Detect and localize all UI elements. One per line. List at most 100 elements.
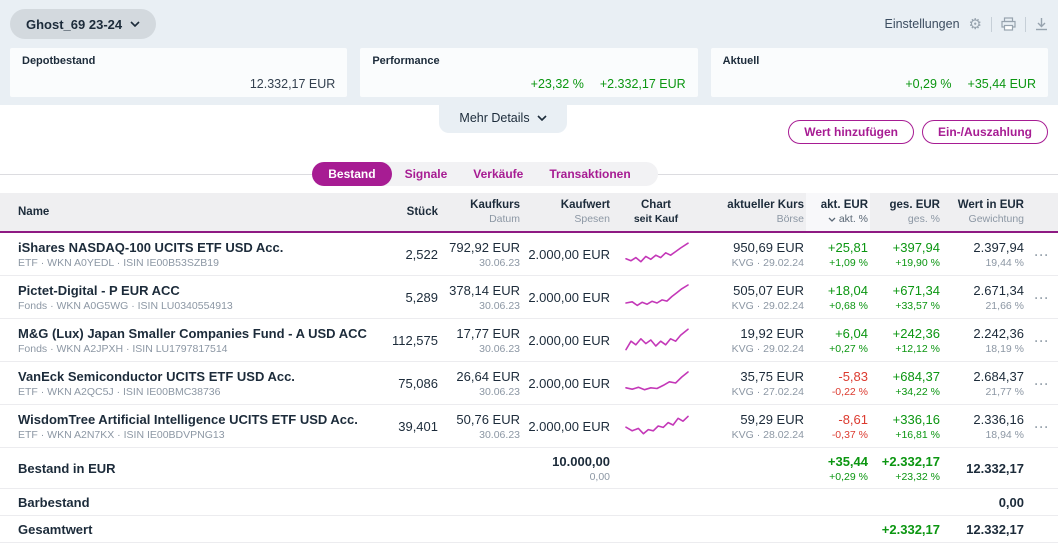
wert-cell: 2.242,36 18,19 % [973,325,1024,355]
position-title: M&G (Lux) Japan Smaller Companies Fund -… [18,325,368,341]
sparkline-chart[interactable] [612,326,702,354]
tab-transaktionen[interactable]: Transaktionen [536,162,643,186]
bestand-total-label: Bestand in EUR [18,460,116,476]
settings-label[interactable]: Einstellungen [884,17,959,31]
ges-eur-cell: +242,36 +12,12 % [892,325,940,355]
ges-eur-cell: +684,37 +34,22 % [892,368,940,398]
settings-group: Einstellungen ⚙ [884,16,1048,32]
kaufkurs-cell: 26,64 EUR 30.06.23 [456,368,520,398]
performance-percent: +23,32 % [530,77,584,91]
download-icon[interactable] [1035,17,1048,31]
total-ges-cell: +2.332,17 +23,32 % [881,453,940,483]
stueck-cell: 39,401 [398,418,438,434]
position-subtitle: ETF · WKN A2N7KX · ISIN IE00BDVPNG13 [18,428,225,441]
portfolio-selector[interactable]: Ghost_69 23-24 [10,9,157,39]
ein-auszahlung-button[interactable]: Ein-/Auszahlung [922,120,1048,144]
col-header-kaufwert: Kaufwert Spesen [560,199,610,225]
sort-chevron-down-icon [828,217,836,222]
table-row[interactable]: Pictet-Digital - P EUR ACC Fonds · WKN A… [0,276,1058,319]
gear-icon[interactable]: ⚙ [969,17,982,32]
position-subtitle: Fonds · WKN A2JPXH · ISIN LU1797817514 [18,342,228,355]
gesamtwert-row: Gesamtwert +2.332,17 12.332,17 [0,516,1058,543]
kaufwert-cell: 2.000,00 EUR [528,418,610,434]
print-icon[interactable] [1001,17,1016,31]
depotbestand-value: 12.332,17 EUR [249,77,336,91]
position-name-cell[interactable]: Pictet-Digital - P EUR ACC Fonds · WKN A… [0,283,368,312]
depotbestand-card: Depotbestand 12.332,17 EUR [10,48,348,97]
chevron-down-icon [537,115,547,121]
gesamtwert-ges-cell: +2.332,17 [881,521,940,537]
kaufkurs-cell: 17,77 EUR 30.06.23 [456,325,520,355]
row-menu-cell: ··· [1026,333,1058,348]
row-menu-cell: ··· [1026,419,1058,434]
tab-verkaeufe[interactable]: Verkäufe [460,162,536,186]
row-menu-icon[interactable]: ··· [1035,334,1050,348]
kurs-cell: 950,69 EUR KVG · 29.02.24 [731,239,804,269]
position-title: WisdomTree Artificial Intelligence UCITS… [18,411,358,427]
total-akt-cell: +35,44 +0,29 % [827,453,868,483]
kurs-cell: 59,29 EUR KVG · 28.02.24 [731,411,804,441]
table-row[interactable]: VanEck Semiconductor UCITS ETF USD Acc. … [0,362,1058,405]
tab-divider-line [657,173,1058,175]
position-subtitle: ETF · WKN A2QC5J · ISIN IE00BMC38736 [18,385,221,398]
col-header-ges: ges. EUR ges. % [889,199,941,225]
table-body: iShares NASDAQ-100 UCITS ETF USD Acc. ET… [0,233,1058,448]
row-menu-icon[interactable]: ··· [1035,248,1050,262]
position-name-cell[interactable]: M&G (Lux) Japan Smaller Companies Fund -… [0,326,368,355]
chevron-down-icon [130,21,140,27]
tabs-row: Bestand Signale Verkäufe Transaktionen [0,161,1058,187]
row-menu-icon[interactable]: ··· [1035,420,1050,434]
col-header-akt-sorted[interactable]: akt. EUR akt. % [806,193,870,231]
barbestand-wert-cell: 0,00 [998,494,1024,510]
table-row[interactable]: iShares NASDAQ-100 UCITS ETF USD Acc. ET… [0,233,1058,276]
position-title: VanEck Semiconductor UCITS ETF USD Acc. [18,368,295,384]
stueck-cell: 2,522 [405,246,438,262]
aktuell-value: +35,44 EUR [967,77,1036,91]
wert-cell: 2.397,94 19,44 % [973,239,1024,269]
row-menu-cell: ··· [1026,376,1058,391]
table-row[interactable]: WisdomTree Artificial Intelligence UCITS… [0,405,1058,448]
col-header-wert: Wert in EUR Gewichtung [957,199,1024,225]
col-header-chart: Chart seit Kauf [633,199,679,225]
wert-cell: 2.684,37 21,77 % [973,368,1024,398]
row-menu-cell: ··· [1026,290,1058,305]
performance-card: Performance +23,32 % +2.332,17 EUR [360,48,698,97]
portfolio-name: Ghost_69 23-24 [26,16,123,32]
akt-eur-cell: -5,83 -0,22 % [831,368,868,398]
ges-eur-cell: +336,16 +16,81 % [892,411,940,441]
position-title: iShares NASDAQ-100 UCITS ETF USD Acc. [18,239,284,255]
total-kaufwert-cell: 10.000,00 0,00 [552,453,610,483]
depotbestand-label: Depotbestand [22,55,96,67]
divider [1025,16,1026,32]
position-subtitle: ETF · WKN A0YEDL · ISIN IE00B53SZB19 [18,256,219,269]
total-wert-cell: 12.332,17 [966,460,1024,476]
kaufwert-cell: 2.000,00 EUR [528,375,610,391]
col-header-stueck: Stück [406,206,438,218]
divider [991,16,992,32]
ges-eur-cell: +671,34 +33,57 % [892,282,940,312]
akt-eur-cell: +18,04 +0,68 % [827,282,868,312]
position-name-cell[interactable]: iShares NASDAQ-100 UCITS ETF USD Acc. ET… [0,240,368,269]
sparkline-chart[interactable] [612,412,702,440]
table-row[interactable]: M&G (Lux) Japan Smaller Companies Fund -… [0,319,1058,362]
kaufkurs-cell: 792,92 EUR 30.06.23 [449,239,520,269]
aktuell-label: Aktuell [722,55,760,67]
stueck-cell: 75,086 [398,375,438,391]
position-name-cell[interactable]: WisdomTree Artificial Intelligence UCITS… [0,412,368,441]
sparkline-chart[interactable] [612,283,702,311]
sparkline-chart[interactable] [612,369,702,397]
gesamtwert-label: Gesamtwert [18,521,93,537]
tab-bestand[interactable]: Bestand [312,162,392,186]
performance-value: +2.332,17 EUR [599,77,686,91]
position-name-cell[interactable]: VanEck Semiconductor UCITS ETF USD Acc. … [0,369,368,398]
row-menu-icon[interactable]: ··· [1035,291,1050,305]
sparkline-chart[interactable] [612,240,702,268]
tab-signale[interactable]: Signale [392,162,461,186]
kaufwert-cell: 2.000,00 EUR [528,246,610,262]
ges-eur-cell: +397,94 +19,90 % [892,239,940,269]
kaufwert-cell: 2.000,00 EUR [528,289,610,305]
mehr-details-button[interactable]: Mehr Details [439,105,567,133]
wert-hinzufuegen-button[interactable]: Wert hinzufügen [788,120,914,144]
kaufkurs-cell: 50,76 EUR 30.06.23 [456,411,520,441]
row-menu-icon[interactable]: ··· [1035,377,1050,391]
